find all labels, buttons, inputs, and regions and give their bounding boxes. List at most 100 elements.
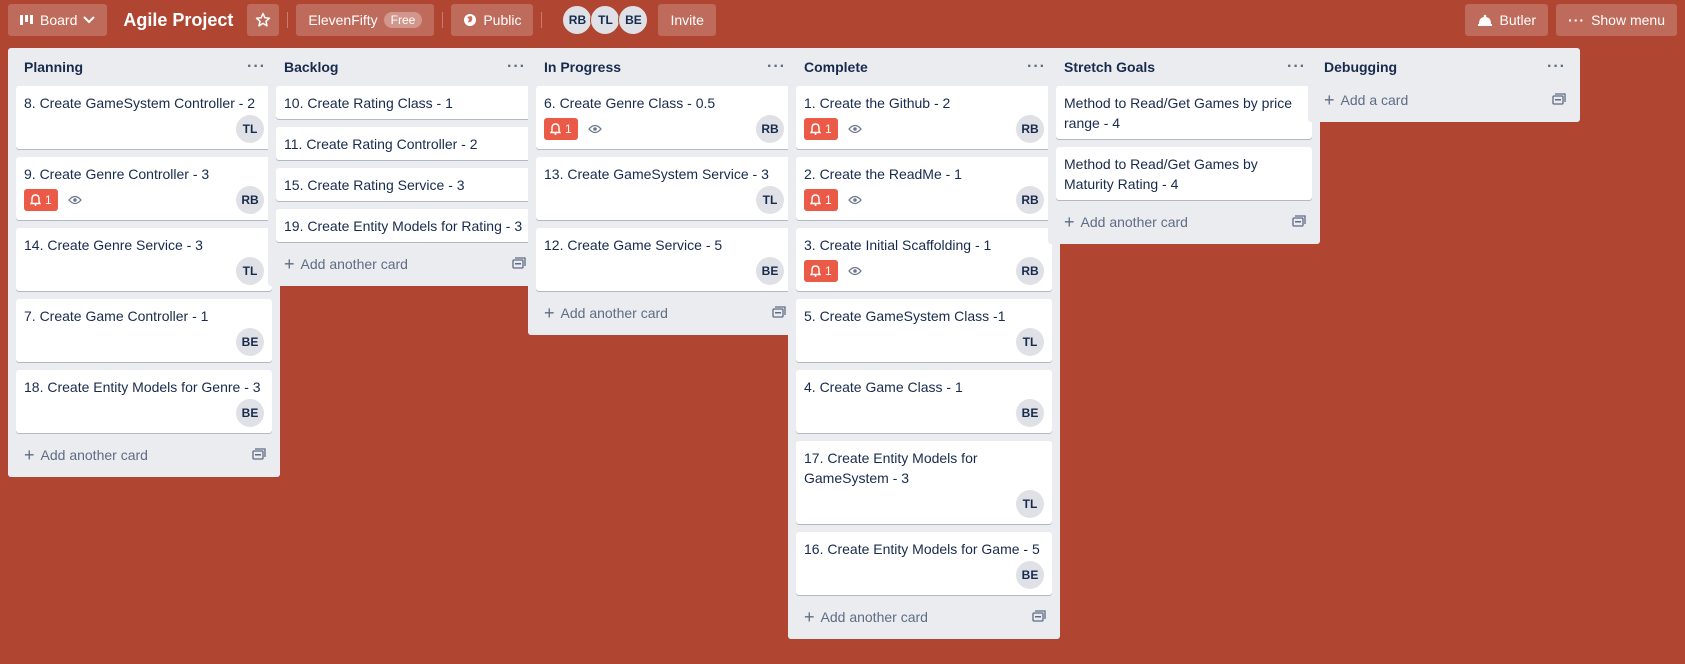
card-footer: TL xyxy=(24,257,264,285)
card[interactable]: 12. Create Game Service - 5 BE xyxy=(536,228,792,291)
card[interactable]: Method to Read/Get Games by Maturity Rat… xyxy=(1056,147,1312,200)
list-header: Complete ··· xyxy=(796,48,1052,86)
card[interactable]: 8. Create GameSystem Controller - 2 TL xyxy=(16,86,272,149)
bell-icon xyxy=(30,194,41,206)
list-menu-icon[interactable]: ··· xyxy=(1287,58,1306,76)
list-backlog: Backlog ··· 10. Create Rating Class - 1 11.… xyxy=(268,48,540,286)
card-footer: 1 RB xyxy=(544,115,784,143)
header-divider xyxy=(287,12,289,28)
card[interactable]: 9. Create Genre Controller - 3 1 RB xyxy=(16,157,272,220)
due-alert-badge[interactable]: 1 xyxy=(24,189,58,211)
invite-button[interactable]: Invite xyxy=(658,4,716,36)
card-footer: BE xyxy=(544,257,784,285)
list-title[interactable]: In Progress xyxy=(544,59,621,75)
visibility-button[interactable]: Public xyxy=(451,4,534,36)
member-avatar[interactable]: TL xyxy=(236,115,264,143)
list-title[interactable]: Stretch Goals xyxy=(1064,59,1155,75)
card-template-icon[interactable] xyxy=(1292,214,1306,230)
card[interactable]: 2. Create the ReadMe - 1 1 RB xyxy=(796,157,1052,220)
card[interactable]: 18. Create Entity Models for Genre - 3 BE xyxy=(16,370,272,433)
card-template-icon[interactable] xyxy=(1552,92,1566,108)
card[interactable]: 3. Create Initial Scaffolding - 1 1 RB xyxy=(796,228,1052,291)
card[interactable]: 16. Create Entity Models for Game - 5 BE xyxy=(796,532,1052,595)
card[interactable]: 10. Create Rating Class - 1 xyxy=(276,86,532,119)
member-avatar[interactable]: BE xyxy=(236,399,264,427)
star-button[interactable] xyxy=(247,4,280,36)
card-title: 18. Create Entity Models for Genre - 3 xyxy=(24,379,261,395)
list-menu-icon[interactable]: ··· xyxy=(247,58,266,76)
board-members: RB TL BE xyxy=(562,5,649,35)
add-card-button[interactable]: + Add another card xyxy=(24,446,148,464)
card[interactable]: 17. Create Entity Models for GameSystem … xyxy=(796,441,1052,524)
visibility-label: Public xyxy=(483,12,522,28)
board-menu-label: Board xyxy=(40,12,78,28)
add-card-button[interactable]: + Add another card xyxy=(284,255,408,273)
add-card-label: Add another card xyxy=(40,447,148,463)
member-avatar[interactable]: RB xyxy=(1016,186,1044,214)
card[interactable]: 1. Create the Github - 2 1 RB xyxy=(796,86,1052,149)
member-avatar[interactable]: BE xyxy=(1016,561,1044,589)
member-avatar[interactable]: BE xyxy=(236,328,264,356)
member-avatar[interactable]: RB xyxy=(756,115,784,143)
board-menu-button[interactable]: Board xyxy=(8,4,108,36)
member-avatar[interactable]: BE xyxy=(618,5,649,35)
add-card-row: + Add another card xyxy=(276,250,532,278)
add-card-button[interactable]: + Add another card xyxy=(1064,213,1188,231)
alert-count: 1 xyxy=(45,193,52,207)
list-menu-icon[interactable]: ··· xyxy=(507,58,526,76)
card[interactable]: Method to Read/Get Games by price range … xyxy=(1056,86,1312,139)
list-complete: Complete ··· 1. Create the Github - 2 1 RB 2.… xyxy=(788,48,1060,639)
card-template-icon[interactable] xyxy=(1032,609,1046,625)
card-template-icon[interactable] xyxy=(512,256,526,272)
list-title[interactable]: Debugging xyxy=(1324,59,1397,75)
member-avatar[interactable]: RB xyxy=(236,186,264,214)
add-card-button[interactable]: + Add another card xyxy=(544,304,668,322)
card[interactable]: 4. Create Game Class - 1 BE xyxy=(796,370,1052,433)
card-footer: 1 RB xyxy=(804,115,1044,143)
member-avatar[interactable]: BE xyxy=(756,257,784,285)
list-menu-icon[interactable]: ··· xyxy=(1547,58,1566,76)
member-avatar[interactable]: TL xyxy=(1016,328,1044,356)
team-button[interactable]: ElevenFifty Free xyxy=(296,4,435,36)
member-avatar[interactable]: RB xyxy=(1016,257,1044,285)
card-title: Method to Read/Get Games by price range … xyxy=(1064,95,1292,131)
due-alert-badge[interactable]: 1 xyxy=(804,189,838,211)
header-divider xyxy=(541,12,543,28)
list-menu-icon[interactable]: ··· xyxy=(767,58,786,76)
member-avatar[interactable]: BE xyxy=(1016,399,1044,427)
member-avatar[interactable]: RB xyxy=(562,5,593,35)
due-alert-badge[interactable]: 1 xyxy=(804,118,838,140)
list-menu-icon[interactable]: ··· xyxy=(1027,58,1046,76)
add-card-button[interactable]: + Add a card xyxy=(1324,91,1408,109)
card[interactable]: 5. Create GameSystem Class -1 TL xyxy=(796,299,1052,362)
add-card-row: + Add a card xyxy=(1316,86,1572,114)
butler-label: Butler xyxy=(1499,12,1537,28)
card-title: 5. Create GameSystem Class -1 xyxy=(804,308,1006,324)
card[interactable]: 6. Create Genre Class - 0.5 1 RB xyxy=(536,86,792,149)
team-plan-badge: Free xyxy=(383,12,423,28)
card[interactable]: 15. Create Rating Service - 3 xyxy=(276,168,532,201)
add-card-button[interactable]: + Add another card xyxy=(804,608,928,626)
member-avatar[interactable]: TL xyxy=(1016,490,1044,518)
butler-button[interactable]: Butler xyxy=(1465,4,1549,36)
due-alert-badge[interactable]: 1 xyxy=(544,118,578,140)
card-template-icon[interactable] xyxy=(772,305,786,321)
card-template-icon[interactable] xyxy=(252,447,266,463)
list-title[interactable]: Backlog xyxy=(284,59,338,75)
card[interactable]: 14. Create Genre Service - 3 TL xyxy=(16,228,272,291)
show-menu-button[interactable]: ··· Show menu xyxy=(1556,4,1677,36)
member-avatar[interactable]: TL xyxy=(590,5,621,35)
member-avatar[interactable]: TL xyxy=(756,186,784,214)
eye-icon xyxy=(847,121,862,137)
card[interactable]: 19. Create Entity Models for Rating - 3 xyxy=(276,209,532,242)
board-title[interactable]: Agile Project xyxy=(123,10,233,31)
list-title[interactable]: Complete xyxy=(804,59,868,75)
list-title[interactable]: Planning xyxy=(24,59,83,75)
member-avatar[interactable]: TL xyxy=(236,257,264,285)
member-avatar[interactable]: RB xyxy=(1016,115,1044,143)
card[interactable]: 13. Create GameSystem Service - 3 TL xyxy=(536,157,792,220)
card[interactable]: 11. Create Rating Controller - 2 xyxy=(276,127,532,160)
card[interactable]: 7. Create Game Controller - 1 BE xyxy=(16,299,272,362)
due-alert-badge[interactable]: 1 xyxy=(804,260,838,282)
show-menu-label: Show menu xyxy=(1591,12,1665,28)
